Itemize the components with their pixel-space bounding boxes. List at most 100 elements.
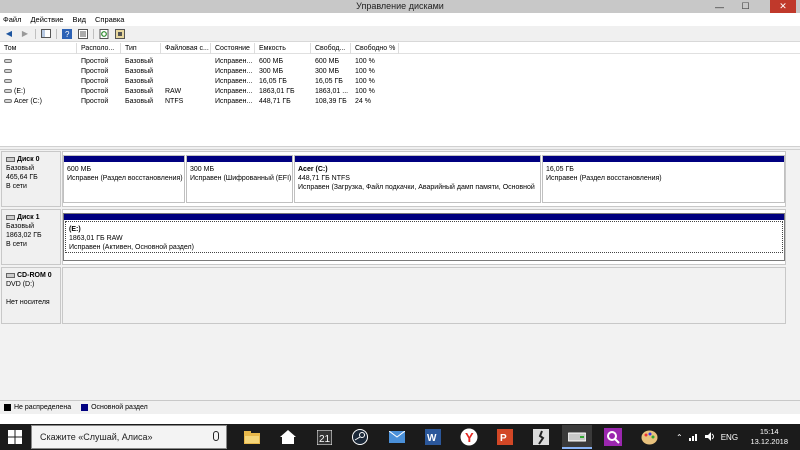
file-explorer-icon[interactable] [237, 425, 267, 449]
partition-size: 1863,01 ГБ RAW [69, 235, 123, 242]
console-tree-icon[interactable] [40, 28, 52, 40]
partition[interactable]: Acer (C:) 448,71 ГБ NTFS Исправен (Загру… [294, 155, 541, 203]
forward-icon[interactable]: ▶ [19, 28, 31, 40]
disk-type: DVD (D:) [6, 281, 35, 288]
volume-list-header: Том Располо... Тип Файловая с... Состоян… [0, 43, 800, 54]
menu-action[interactable]: Действие [30, 15, 63, 24]
volume-status: Исправен... [215, 68, 253, 75]
disk-1-label[interactable]: Диск 1 Базовый 1863,02 ГБ В сети [1, 209, 61, 265]
network-icon[interactable] [688, 432, 699, 443]
clock-date: 13.12.2018 [750, 437, 788, 446]
col-free[interactable]: Свобод... [311, 43, 351, 54]
search-box[interactable]: Скажите «Слушай, Алиса» [31, 425, 227, 449]
steam-icon[interactable] [345, 425, 375, 449]
home-icon[interactable] [273, 425, 303, 449]
legend-primary: Основной раздел [91, 404, 148, 411]
powerpoint-icon[interactable]: P [490, 425, 520, 449]
show-hidden-icons-icon[interactable]: ⌃ [676, 433, 683, 442]
maximize-button[interactable]: ☐ [737, 0, 754, 13]
menu-file[interactable]: Файл [3, 15, 21, 24]
mail-icon[interactable] [382, 425, 412, 449]
close-button[interactable]: ✕ [770, 0, 796, 13]
volume-capacity: 300 МБ [259, 68, 284, 75]
col-status[interactable]: Состояние [211, 43, 255, 54]
system-tray: ⌃ ENG [676, 424, 738, 450]
volume-row[interactable]: Простой Базовый Исправен... 300 МБ 300 М… [0, 67, 800, 77]
properties-icon[interactable] [77, 28, 89, 40]
volume-free: 108,39 ГБ [315, 98, 347, 105]
col-filesystem[interactable]: Файловая с... [161, 43, 211, 54]
clock[interactable]: 15:14 13.12.2018 [750, 427, 788, 447]
word-icon[interactable]: W [418, 425, 448, 449]
volume-name: Acer (C:) [14, 98, 42, 105]
refresh-icon[interactable] [98, 28, 110, 40]
search-placeholder: Скажите «Слушай, Алиса» [40, 432, 153, 442]
partition-size: 300 МБ [190, 166, 215, 173]
disk-management-icon[interactable] [562, 425, 592, 449]
partition[interactable]: 16,05 ГБ Исправен (Раздел восстановления… [542, 155, 785, 203]
partition-status: Исправен (Активен, Основной раздел) [69, 244, 194, 251]
volume-icon [4, 79, 12, 84]
menu-view[interactable]: Вид [72, 15, 86, 24]
col-layout[interactable]: Располо... [77, 43, 121, 54]
volume-icon [4, 99, 12, 104]
yandex-browser-icon[interactable]: Y [454, 425, 484, 449]
volume-icon[interactable] [704, 431, 715, 443]
disk-type: Базовый [6, 223, 35, 230]
partition-size: 16,05 ГБ [546, 166, 574, 173]
partition[interactable]: 600 МБ Исправен (Раздел восстановления) [63, 155, 185, 203]
disk-0-label[interactable]: Диск 0 Базовый 465,64 ГБ В сети [1, 151, 61, 207]
search-app-icon[interactable] [598, 425, 628, 449]
paint-icon[interactable] [634, 425, 664, 449]
game-icon[interactable] [526, 425, 556, 449]
microphone-icon[interactable] [213, 431, 219, 441]
col-volume[interactable]: Том [0, 43, 77, 54]
volume-status: Исправен... [215, 78, 253, 85]
help-icon[interactable]: ? [61, 28, 73, 40]
col-type[interactable]: Тип [121, 43, 161, 54]
partition-name: (E:) [69, 226, 81, 233]
disk-1: Диск 1 Базовый 1863,02 ГБ В сети (E:) 18… [1, 209, 786, 265]
volume-name: (E:) [14, 88, 26, 95]
volume-type: Базовый [125, 68, 154, 75]
disk-status: В сети [6, 183, 27, 190]
settings-icon[interactable] [114, 28, 126, 40]
volume-row[interactable]: (E:) Простой Базовый RAW Исправен... 186… [0, 87, 800, 97]
back-icon[interactable]: ◀ [3, 28, 15, 40]
cdrom-0: CD-ROM 0 DVD (D:) Нет носителя [1, 267, 786, 324]
volume-row[interactable]: Acer (C:) Простой Базовый NTFS Исправен.… [0, 97, 800, 107]
start-button[interactable] [0, 424, 30, 450]
partition-status: Исправен (Шифрованный (EFI) [190, 175, 292, 182]
menu-help[interactable]: Справка [95, 15, 124, 24]
legend: Не распределена Основной раздел [0, 400, 800, 414]
volume-row[interactable]: Простой Базовый Исправен... 600 МБ 600 М… [0, 57, 800, 67]
disk-graph-view: Диск 0 Базовый 465,64 ГБ В сети 600 МБ И… [0, 150, 800, 400]
svg-text:P: P [500, 433, 507, 444]
volume-icon [4, 89, 12, 94]
volume-layout: Простой [81, 68, 109, 75]
windows-icon [8, 430, 22, 444]
disk-type: Базовый [6, 165, 35, 172]
partition[interactable]: (E:) 1863,01 ГБ RAW Исправен (Активен, О… [63, 213, 785, 261]
volume-filesystem [161, 67, 211, 77]
volume-type: Базовый [125, 98, 154, 105]
language-indicator[interactable]: ENG [721, 433, 738, 442]
disk-size: 1863,02 ГБ [6, 232, 42, 239]
volume-status: Исправен... [215, 88, 253, 95]
volume-row[interactable]: Простой Базовый Исправен... 16,05 ГБ 16,… [0, 77, 800, 87]
col-capacity[interactable]: Емкость [255, 43, 311, 54]
calendar-icon[interactable]: 21 [309, 425, 339, 449]
volume-icon [4, 59, 12, 64]
cdrom-0-label[interactable]: CD-ROM 0 DVD (D:) Нет носителя [1, 267, 61, 324]
title-bar: Управление дисками — ☐ ✕ [0, 0, 800, 13]
disk-status: В сети [6, 241, 27, 248]
col-free-percent[interactable]: Свободно % [351, 43, 399, 54]
toolbar-separator [35, 28, 36, 39]
minimize-button[interactable]: — [711, 0, 728, 13]
disk-size [6, 289, 60, 298]
toolbar-separator [93, 28, 94, 39]
partition[interactable]: 300 МБ Исправен (Шифрованный (EFI) [186, 155, 293, 203]
legend-swatch-unallocated [4, 404, 11, 411]
volume-filesystem [161, 57, 211, 67]
legend-swatch-primary [81, 404, 89, 411]
